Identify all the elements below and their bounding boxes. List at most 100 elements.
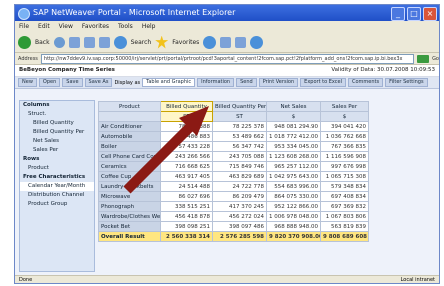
row-header-cell[interactable]: Wardrobe/Clothes Wear [98,211,161,222]
value-cell: 952 122 866.00 [266,201,321,212]
nav-item-8[interactable]: Free Characteristics [20,173,94,182]
unit-cell: ST [160,111,213,122]
nav-item-9[interactable]: Calendar Year/Month [20,182,94,191]
refresh-icon[interactable] [83,36,95,48]
row-header-cell[interactable]: Pocket Bet [98,221,161,232]
table-row: Coffee Cup 463 917 405 463 829 689 1 042 97… [98,171,369,182]
table-row: Automobile 53 486 883 53 489 662 1 018 772 … [98,131,369,142]
table-body: Air Conditioner 78 360 388 78 225 378 948 0… [98,121,369,242]
value-cell: 716 668 625 [160,161,213,172]
value-cell: 1 067 803 806 [320,211,369,222]
unit-cell: ST [212,111,267,122]
mail-icon[interactable] [220,36,232,48]
search-button-label[interactable]: Search [131,39,152,46]
forward-arrow-icon[interactable] [53,36,65,48]
table-row: Pocket Bet 398 098 251 398 097 486 968 888 … [98,221,369,232]
col-header-billed-quantity[interactable]: Billed Quantity [160,101,213,112]
maximize-button[interactable]: □ [407,7,421,21]
favorites-star-icon[interactable] [155,35,169,49]
favorites-button-label[interactable]: Favorites [172,39,199,46]
zone-indicator: Local intranet [400,277,435,283]
title-bar: SAP NetWeaver Portal - Microsoft Interne… [15,5,439,21]
value-cell: 398 097 486 [212,221,267,232]
col-header-net-sales[interactable]: Net Sales [266,101,321,112]
unit-cell: $ [320,111,369,122]
value-cell: 1 042 975 643.00 [266,171,321,182]
analysis-grid: Product Billed Quantity Billed Quantity … [98,101,369,242]
send-button[interactable]: Send [236,78,257,87]
col-header-billed-quantity-per[interactable]: Billed Quantity Per [212,101,267,112]
report-area: Columns Struct. Billed Quantity Billed Quan… [15,98,439,275]
address-label: Address [18,55,38,62]
save-button[interactable]: Save [62,78,83,87]
messenger-icon[interactable] [250,35,264,49]
nav-item-7[interactable]: Product [20,164,94,173]
col-header-sales-per[interactable]: Sales Per [320,101,369,112]
nav-item-4[interactable]: Net Sales [20,137,94,146]
row-header-cell[interactable]: Coffee Cup [98,171,161,182]
value-cell: 56 347 742 [212,141,267,152]
row-header-cell[interactable]: Cell Phone Card Cover [98,151,161,162]
value-cell: 1 006 978 048.00 [266,211,321,222]
nav-item-11[interactable]: Product Group [20,200,94,209]
row-header-cell[interactable]: Ceramics [98,161,161,172]
address-input[interactable]: http://nw7ddev9.iv.sap.corp:50000/irj/se… [40,53,415,64]
go-arrow-icon[interactable] [417,54,430,63]
minimize-button[interactable]: _ [391,7,405,21]
stop-icon[interactable] [68,36,80,48]
display-as-select[interactable]: Table and Graphic [142,78,196,87]
new-button[interactable]: New [18,78,37,87]
row-header-cell[interactable]: Microwave [98,191,161,202]
row-header-cell[interactable]: Boiler [98,141,161,152]
browser-window: SAP NetWeaver Portal - Microsoft Interne… [14,4,440,284]
row-header-cell[interactable]: Air Conditioner [98,121,161,132]
menu-file[interactable]: File [19,21,29,32]
export-excel-button[interactable]: Export to Excel [300,78,346,87]
status-text: Done [19,277,33,283]
home-icon[interactable] [98,36,110,48]
nav-item-3[interactable]: Billed Quantity Per [20,128,94,137]
value-cell: 394 041 420 [320,121,369,132]
nav-item-2[interactable]: Billed Quantity [20,119,94,128]
table-row: Air Conditioner 78 360 388 78 225 378 948 0… [98,121,369,132]
print-icon[interactable] [235,36,247,48]
table-row: Boiler 57 433 228 56 347 742 953 334 045.00… [98,141,369,152]
menu-help[interactable]: Help [142,21,156,32]
menu-view[interactable]: View [59,21,73,32]
menu-edit[interactable]: Edit [38,21,50,32]
nav-item-0[interactable]: Columns [20,101,94,110]
row-header-cell[interactable]: Phonograph [98,201,161,212]
value-cell: 554 683 996.00 [266,181,321,192]
menu-favorites[interactable]: Favorites [82,21,109,32]
total-value: 2 560 338 314 [160,231,213,242]
close-button[interactable]: × [423,7,437,21]
information-button[interactable]: Information [197,78,235,87]
row-header-cell[interactable]: Laundry Blackbelts [98,181,161,192]
comments-button[interactable]: Comments [347,78,384,87]
search-icon[interactable] [113,35,127,49]
open-button[interactable]: Open [38,78,61,87]
menu-tools[interactable]: Tools [118,21,133,32]
value-cell: 463 829 689 [212,171,267,182]
back-arrow-icon[interactable] [18,35,31,49]
table-row: Phonograph 338 515 251 417 370 245 952 122 … [98,201,369,212]
value-cell: 948 081 294.90 [266,121,321,132]
row-header-cell[interactable]: Automobile [98,131,161,142]
save-as-button[interactable]: Save As [84,78,113,87]
go-button-label[interactable]: Go [432,56,439,62]
print-version-button[interactable]: Print Version [258,78,299,87]
nav-item-10[interactable]: Distribution Channel [20,191,94,200]
back-button-label[interactable]: Back [35,39,50,46]
nav-item-6[interactable]: Rows [20,155,94,164]
value-cell: 78 225 378 [212,121,267,132]
total-value: 9 820 370 908.00 [266,231,321,242]
history-icon[interactable] [203,35,217,49]
value-cell: 697 369 832 [320,201,369,212]
col-header-product[interactable]: Product [98,101,161,112]
nav-item-5[interactable]: Sales Per [20,146,94,155]
filter-settings-button[interactable]: Filter Settings [385,78,428,87]
total-label: Overall Result [98,231,161,242]
menu-bar: File Edit View Favorites Tools Help [15,21,439,32]
nav-item-1[interactable]: Struct. [20,110,94,119]
value-cell: 24 722 778 [212,181,267,192]
